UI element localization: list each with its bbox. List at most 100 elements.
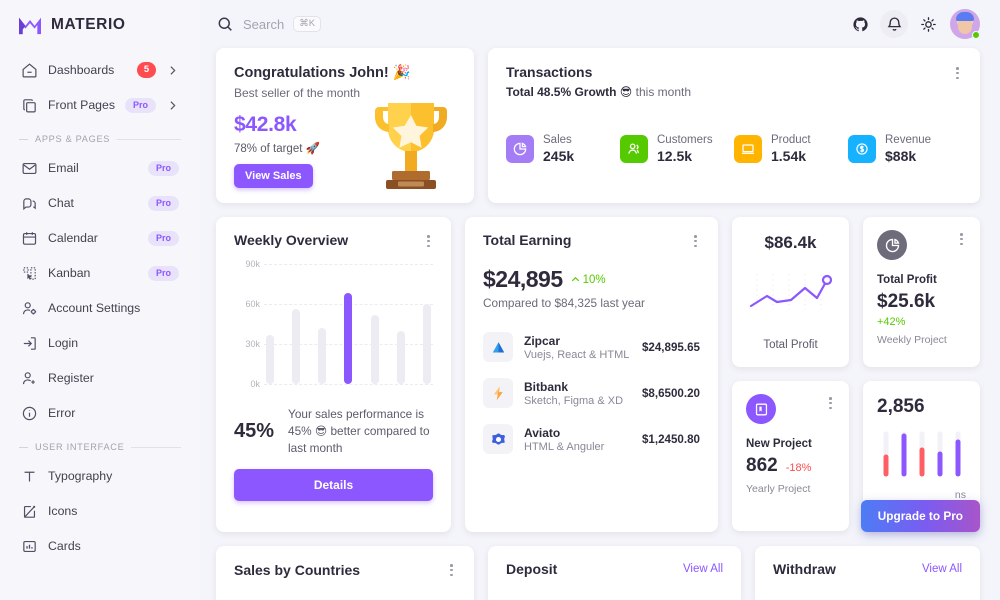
total-profit-menu-button[interactable]: [957, 230, 966, 248]
gridline: [264, 384, 433, 386]
sales-countries-menu-button[interactable]: [447, 561, 456, 579]
sidebar-item-error[interactable]: Error: [12, 397, 188, 429]
laptop-icon: [734, 135, 762, 164]
pro-badge: Pro: [147, 160, 179, 176]
sidebar-item-label: Cards: [48, 539, 81, 553]
sales-countries-header: Sales by Countries: [234, 561, 456, 579]
sidebar-item-chat[interactable]: Chat Pro: [12, 187, 188, 219]
login-icon: [23, 336, 36, 350]
sidebar-item-register[interactable]: Register: [12, 362, 188, 394]
total-profit-caption: Total Profit: [763, 339, 818, 351]
sidebar-item-icons[interactable]: Icons: [12, 495, 188, 527]
user-settings-icon: [22, 301, 37, 314]
stat-label: Sales: [543, 134, 572, 146]
bar[interactable]: [370, 314, 379, 385]
search-shortcut: ⌘K: [293, 15, 322, 33]
brand[interactable]: MATERIO: [12, 0, 188, 54]
new-project-value: 862: [746, 455, 778, 476]
bar[interactable]: [318, 327, 327, 385]
home-icon: [22, 62, 37, 77]
sales-by-countries-card: Sales by Countries: [216, 546, 474, 600]
notifications-button[interactable]: [880, 10, 908, 38]
sidebar-item-dashboards[interactable]: Dashboards 5: [12, 54, 188, 86]
weekly-bars: [266, 264, 431, 385]
earning-amount-row: $24,895 10%: [483, 266, 700, 293]
new-project-label: New Project: [746, 438, 812, 450]
stat-revenue: Revenue $88k: [848, 133, 962, 166]
total-profit-amount: $86.4k: [764, 233, 817, 252]
weekly-header: Weekly Overview: [234, 232, 433, 250]
item-text: Aviato HTML & Anguler: [524, 426, 605, 453]
withdraw-card: Withdraw View All: [755, 546, 980, 600]
stat-text-block: Revenue $88k: [885, 133, 931, 166]
front-pages-badge: Pro: [125, 97, 157, 113]
aviato-logo-icon: [483, 424, 513, 455]
transactions-growth: Total 48.5% Growth 😎: [506, 85, 633, 99]
earning-amount: $24,895: [483, 266, 563, 293]
stat-text-block: Sales 245k: [543, 133, 574, 166]
bar[interactable]: [266, 334, 274, 385]
sidebar-item-label: Calendar: [48, 231, 98, 245]
withdraw-view-all-link[interactable]: View All: [922, 563, 962, 575]
view-sales-button[interactable]: View Sales: [234, 164, 313, 188]
sidebar-item-login[interactable]: Login: [12, 327, 188, 359]
stat-card-header: [877, 230, 966, 260]
sidebar-item-label: Error: [48, 406, 76, 420]
bar-highlighted[interactable]: [344, 292, 353, 385]
earning-title: Total Earning: [483, 232, 572, 248]
bar[interactable]: [422, 303, 431, 385]
currency-icon: [848, 135, 876, 164]
sidebar-item-cards[interactable]: Cards: [12, 530, 188, 562]
sidebar-section-user-interface: USER INTERFACE: [12, 442, 188, 452]
new-project-menu-button[interactable]: [826, 394, 835, 412]
deposit-header: Deposit View All: [506, 561, 723, 577]
earning-items: Zipcar Vuejs, React & HTML $24,895.65 Bi…: [483, 332, 700, 455]
pie-chart-icon: [877, 230, 907, 260]
item-metrics: $1,2450.80: [616, 433, 700, 446]
upgrade-to-pro-button[interactable]: Upgrade to Pro: [860, 500, 980, 532]
bar[interactable]: [292, 308, 301, 385]
calendar-icon: [22, 231, 37, 245]
earning-menu-button[interactable]: [691, 232, 700, 250]
theme-toggle-button[interactable]: [914, 10, 942, 38]
weekly-menu-button[interactable]: [424, 232, 433, 250]
sidebar-item-calendar[interactable]: Calendar Pro: [12, 222, 188, 254]
earning-delta-value: 10%: [582, 273, 606, 286]
total-profit-line-card: $86.4k Total Profit: [732, 217, 849, 367]
pro-badge: Pro: [147, 230, 179, 246]
item-name: Zipcar: [524, 333, 561, 348]
sidebar-item-typography[interactable]: Typography: [12, 460, 188, 492]
weekly-percent: 45%: [234, 420, 275, 443]
item-name: Bitbank: [524, 379, 569, 394]
y-tick: 60k: [245, 299, 260, 310]
sidebar-item-front-pages[interactable]: Front Pages Pro: [12, 89, 188, 121]
stat-label: Revenue: [885, 134, 932, 146]
details-button[interactable]: Details: [234, 469, 433, 502]
list-item: Bitbank Sketch, Figma & XD $8,6500.20: [483, 378, 700, 409]
sidebar-item-label: Typography: [48, 469, 113, 483]
item-tech: Sketch, Figma & XD: [524, 394, 624, 407]
sidebar-item-kanban[interactable]: Kanban Pro: [12, 257, 188, 289]
sidebar-item-label: Chat: [48, 196, 74, 210]
new-project-value-row: 862 -18%: [746, 455, 835, 477]
avatar[interactable]: [950, 9, 980, 39]
bar[interactable]: [396, 331, 405, 385]
item-tech: HTML & Anguler: [524, 440, 605, 453]
stat-label: Product: [771, 134, 811, 146]
sessions-bar-chart: [883, 431, 961, 477]
sidebar-item-label: Account Settings: [48, 301, 141, 315]
withdraw-title: Withdraw: [773, 561, 836, 577]
section-dash: [19, 138, 28, 140]
info-circle-icon: [22, 406, 37, 420]
sidebar-item-label: Icons: [48, 504, 78, 518]
sidebar-item-email[interactable]: Email Pro: [12, 152, 188, 184]
deposit-view-all-link[interactable]: View All: [683, 563, 723, 575]
pro-badge: Pro: [147, 265, 179, 281]
transactions-menu-button[interactable]: [953, 64, 962, 82]
transactions-card: Transactions Total 48.5% Growth 😎 this m…: [488, 48, 980, 203]
github-button[interactable]: [846, 10, 874, 38]
sidebar-item-account-settings[interactable]: Account Settings: [12, 292, 188, 324]
stat-footer: Weekly Project: [877, 334, 947, 346]
search-input[interactable]: Search ⌘K: [216, 15, 322, 33]
weekly-overview-card: Weekly Overview 90k 60k 30k 0k 45% Your …: [216, 217, 451, 532]
